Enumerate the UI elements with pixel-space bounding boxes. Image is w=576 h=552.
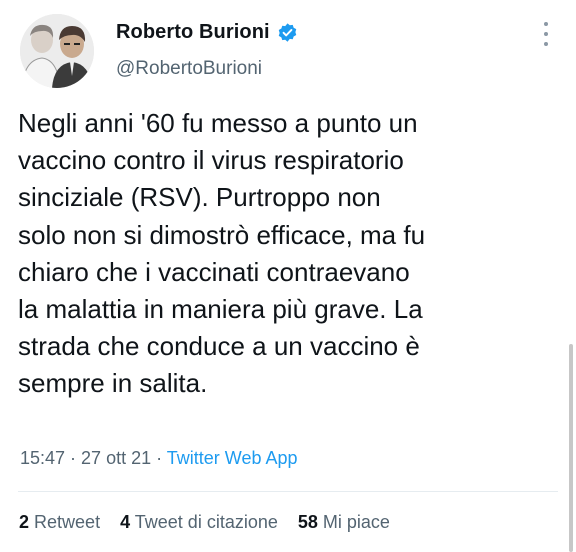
likes-count: 58 bbox=[297, 512, 318, 532]
retweets-stat[interactable]: 2 Retweet bbox=[19, 512, 100, 533]
avatar-image bbox=[20, 14, 94, 88]
retweets-label: Retweet bbox=[34, 512, 101, 532]
tweet-text-line: strada che conduce a un vaccino è bbox=[18, 331, 420, 362]
likes-label: Mi piace bbox=[322, 512, 390, 532]
quote-tweets-count: 4 bbox=[120, 512, 131, 532]
author-name-row: Roberto Burioni bbox=[116, 21, 298, 44]
tweet-text-line: vaccino contro il virus respiratorio bbox=[18, 145, 404, 176]
quote-tweets-stat[interactable]: 4 Tweet di citazione bbox=[120, 512, 278, 533]
engagement-stats: 2 Retweet 4 Tweet di citazione 58 Mi pia… bbox=[19, 512, 390, 533]
tweet-text-line: Negli anni '60 fu messo a punto un bbox=[18, 108, 418, 138]
avatar[interactable] bbox=[20, 14, 94, 88]
meta-separator: · bbox=[65, 448, 82, 468]
tweet-text-line: solo non si dimostrò efficace, ma fu bbox=[18, 219, 426, 250]
tweet-text-line: la malattia in maniera più grave. La bbox=[18, 294, 423, 325]
author-name[interactable]: Roberto Burioni bbox=[116, 21, 270, 44]
verified-badge-icon bbox=[277, 22, 298, 43]
tweet-text-line: sempre in salita. bbox=[18, 368, 208, 399]
more-options-icon[interactable] bbox=[536, 22, 556, 46]
likes-stat[interactable]: 58 Mi piace bbox=[298, 512, 390, 533]
tweet-text-line: sinciziale (RSV). Purtroppo non bbox=[18, 182, 381, 213]
tweet-meta: 15:47 · 27 ott 21 · Twitter Web App bbox=[20, 448, 298, 469]
author-handle[interactable]: @RobertoBurioni bbox=[116, 58, 262, 80]
tweet-source-link[interactable]: Twitter Web App bbox=[167, 448, 298, 468]
divider bbox=[18, 491, 558, 492]
tweet-text: Negli anni '60 fu messo a punto un vacci… bbox=[18, 105, 558, 403]
meta-separator: · bbox=[151, 448, 167, 468]
retweets-count: 2 bbox=[19, 512, 30, 532]
tweet: Roberto Burioni @RobertoBurioni Negli an… bbox=[0, 0, 576, 552]
scrollbar[interactable] bbox=[569, 344, 573, 552]
quote-tweets-label: Tweet di citazione bbox=[134, 512, 278, 532]
tweet-text-line: chiaro che i vaccinati contraevano bbox=[18, 256, 410, 287]
tweet-date[interactable]: 27 ott 21 bbox=[81, 448, 151, 468]
tweet-time[interactable]: 15:47 bbox=[20, 448, 65, 468]
